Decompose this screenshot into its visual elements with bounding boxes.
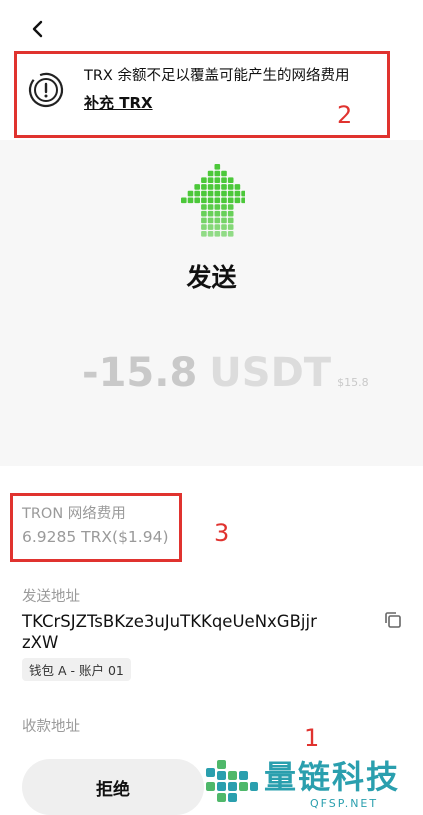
watermark-title: 量链科技 bbox=[264, 758, 401, 796]
amount-value: -15.8 bbox=[82, 350, 198, 396]
chevron-left-icon bbox=[32, 20, 43, 38]
amount-unit: USDT bbox=[209, 350, 332, 396]
watermark-logo bbox=[206, 760, 258, 802]
annotation-box-2 bbox=[14, 51, 390, 138]
annotation-label-2: 2 bbox=[337, 101, 353, 129]
reject-button[interactable]: 拒绝 bbox=[22, 759, 204, 815]
back-button[interactable] bbox=[22, 14, 52, 44]
watermark: 量链科技 QFSP.NET bbox=[200, 752, 423, 815]
receiver-address-label: 收款地址 bbox=[22, 719, 80, 735]
transaction-type-title: 发送 bbox=[186, 263, 237, 292]
sender-address-label: 发送地址 bbox=[22, 589, 80, 605]
annotation-label-3: 3 bbox=[214, 519, 230, 547]
amount-row: -15.8 USDT $15.8 bbox=[82, 350, 369, 396]
sender-address: TKCrSJZTsBKze3uJuTKKqeUeNxGBjjrzXW bbox=[22, 612, 317, 652]
send-arrow-icon bbox=[181, 164, 245, 237]
wallet-account-badge: 钱包 A - 账户 01 bbox=[22, 658, 131, 681]
annotation-label-1: 1 bbox=[304, 724, 320, 752]
watermark-subtitle: QFSP.NET bbox=[310, 797, 379, 810]
amount-fiat-value: $15.8 bbox=[337, 376, 369, 389]
annotation-box-3 bbox=[10, 493, 182, 562]
copy-icon[interactable] bbox=[383, 610, 403, 630]
